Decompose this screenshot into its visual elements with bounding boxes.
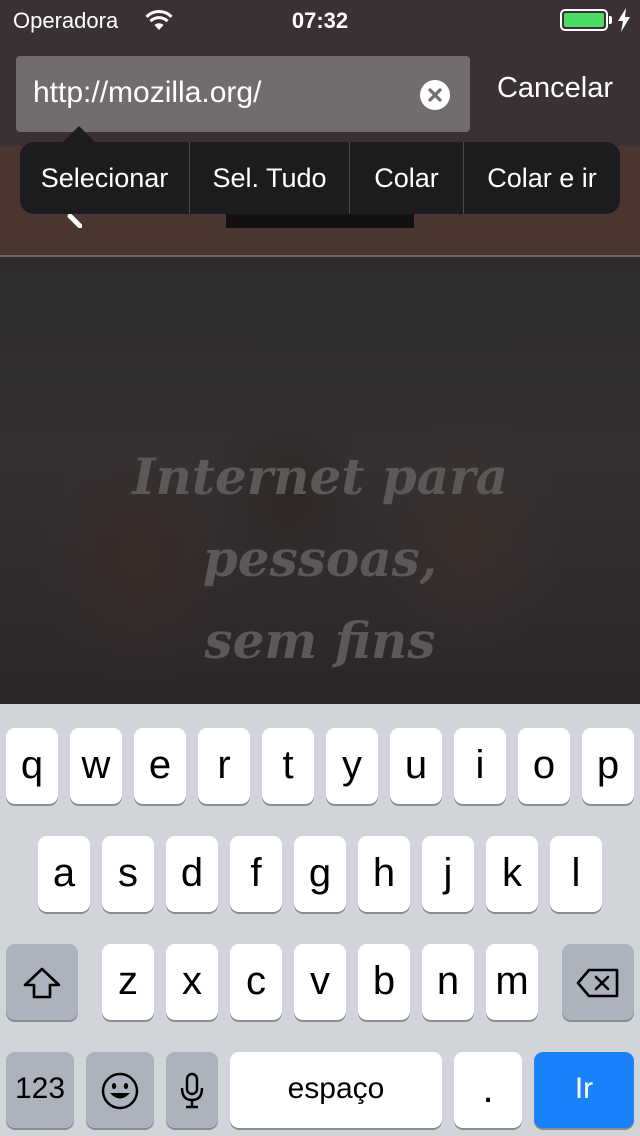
url-text[interactable]: http://mozilla.org/ xyxy=(33,76,261,110)
backspace-key[interactable] xyxy=(562,944,634,1020)
status-time: 07:32 xyxy=(291,8,349,33)
status-bar: Operadora 07:32 xyxy=(0,0,640,40)
battery-nub xyxy=(609,16,612,24)
key-e[interactable]: e xyxy=(134,728,186,804)
numbers-key[interactable]: 123 xyxy=(6,1052,74,1128)
keyboard: q w e r t y u i o p a s d f g h j k l z … xyxy=(0,704,640,1136)
key-x[interactable]: x xyxy=(166,944,218,1020)
battery-icon xyxy=(560,9,608,31)
key-f[interactable]: f xyxy=(230,836,282,912)
menu-item-select[interactable]: Selecionar xyxy=(20,142,190,214)
charging-bolt-icon xyxy=(618,8,630,32)
edit-menu: Selecionar Sel. Tudo Colar Colar e ir xyxy=(20,126,620,214)
period-key[interactable]: . xyxy=(454,1052,522,1128)
key-t[interactable]: t xyxy=(262,728,314,804)
menu-item-select-all[interactable]: Sel. Tudo xyxy=(190,142,350,214)
menu-item-paste[interactable]: Colar xyxy=(350,142,464,214)
key-q[interactable]: q xyxy=(6,728,58,804)
key-b[interactable]: b xyxy=(358,944,410,1020)
key-r[interactable]: r xyxy=(198,728,250,804)
key-j[interactable]: j xyxy=(422,836,474,912)
key-u[interactable]: u xyxy=(390,728,442,804)
key-g[interactable]: g xyxy=(294,836,346,912)
key-i[interactable]: i xyxy=(454,728,506,804)
key-h[interactable]: h xyxy=(358,836,410,912)
key-w[interactable]: w xyxy=(70,728,122,804)
key-o[interactable]: o xyxy=(518,728,570,804)
key-l[interactable]: l xyxy=(550,836,602,912)
emoji-icon xyxy=(101,1073,139,1110)
key-c[interactable]: c xyxy=(230,944,282,1020)
key-y[interactable]: y xyxy=(326,728,378,804)
hero-line-3: sem fins xyxy=(204,611,436,670)
hero-line-2: pessoas, xyxy=(202,529,438,588)
clear-circle-x-icon[interactable] xyxy=(420,80,450,110)
key-v[interactable]: v xyxy=(294,944,346,1020)
backspace-icon xyxy=(576,969,619,998)
key-a[interactable]: a xyxy=(38,836,90,912)
url-input[interactable]: http://mozilla.org/ xyxy=(16,56,470,132)
key-d[interactable]: d xyxy=(166,836,218,912)
space-key[interactable]: espaço xyxy=(230,1052,442,1128)
hero-image: Internet para pessoas, sem fins xyxy=(0,257,640,704)
cancel-button[interactable]: Cancelar xyxy=(478,72,632,105)
edit-menu-arrow xyxy=(63,126,95,142)
key-z[interactable]: z xyxy=(102,944,154,1020)
battery-level xyxy=(564,13,604,27)
key-s[interactable]: s xyxy=(102,836,154,912)
menu-item-paste-and-go[interactable]: Colar e ir xyxy=(464,142,620,214)
go-key[interactable]: Ir xyxy=(534,1052,634,1128)
key-m[interactable]: m xyxy=(486,944,538,1020)
microphone-key[interactable] xyxy=(166,1052,218,1128)
url-bar: http://mozilla.org/ Cancelar xyxy=(0,40,640,146)
shift-arrow-icon xyxy=(23,968,61,999)
microphone-icon xyxy=(180,1073,204,1109)
emoji-key[interactable] xyxy=(86,1052,154,1128)
shift-key[interactable] xyxy=(6,944,78,1020)
key-n[interactable]: n xyxy=(422,944,474,1020)
hero-line-1: Internet para xyxy=(132,447,508,506)
key-p[interactable]: p xyxy=(582,728,634,804)
key-k[interactable]: k xyxy=(486,836,538,912)
